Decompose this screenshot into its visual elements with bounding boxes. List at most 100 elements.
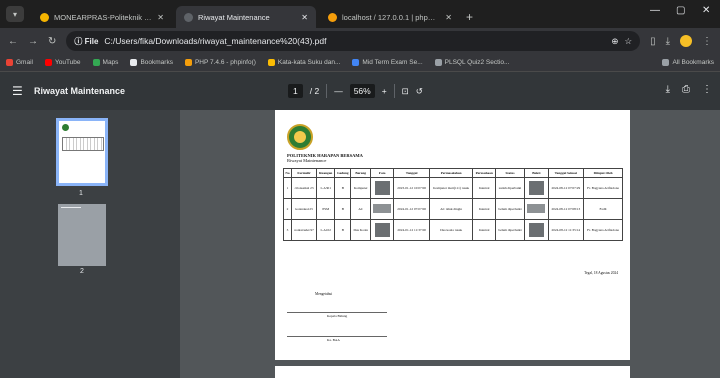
divider bbox=[326, 84, 328, 98]
pdf-title: Riwayat Maintenance bbox=[34, 86, 126, 96]
pdf-page-2 bbox=[275, 366, 630, 378]
cell-foto bbox=[369, 198, 395, 220]
close-icon[interactable]: ✕ bbox=[301, 13, 308, 22]
cell-perusahaan: Internal bbox=[472, 198, 496, 220]
cell-foto bbox=[369, 219, 395, 241]
cell-bukti bbox=[524, 177, 549, 199]
cell-permasalahan: Komputer mati(111) rusak bbox=[428, 177, 474, 199]
cell-barang: Dus Koala bbox=[350, 219, 371, 241]
cell-foto bbox=[369, 177, 395, 199]
close-icon[interactable]: ✕ bbox=[445, 13, 452, 22]
zoom-out-icon[interactable]: — bbox=[334, 86, 343, 96]
folder-icon bbox=[662, 59, 670, 66]
bookmark-plsql[interactable]: PLSQL Quiz2 Sectio... bbox=[434, 59, 509, 66]
page-thumbnail-2[interactable] bbox=[58, 204, 106, 266]
bookmark-bookmarks[interactable]: Bookmarks bbox=[130, 59, 173, 66]
page-thumbnail-1[interactable] bbox=[56, 118, 108, 186]
proof-image bbox=[527, 204, 546, 213]
cell-ruangan: L.A301 bbox=[316, 177, 336, 199]
table-row: 1 cilonsetkal 23 L.A301 B Komputer 2023-… bbox=[283, 177, 623, 199]
bookmark-gmail[interactable]: Gmail bbox=[6, 59, 33, 66]
photo-image bbox=[374, 222, 390, 237]
sidebar-icon[interactable]: ▯ bbox=[650, 36, 656, 47]
cell-status: belum diperbaiki bbox=[494, 219, 526, 241]
zoom-input[interactable]: 56% bbox=[349, 84, 375, 98]
bookmark-youtube[interactable]: YouTube bbox=[44, 59, 81, 66]
cell-ruangan: L.A102 bbox=[316, 219, 336, 241]
address-bar[interactable]: ⓘ File C:/Users/fika/Downloads/riwayat_m… bbox=[66, 31, 641, 51]
bookmark-phpinfo[interactable]: PHP 7.4.6 - phpinfo() bbox=[184, 59, 256, 66]
hamburger-menu-icon[interactable]: ☰ bbox=[12, 84, 34, 98]
cell-tanggal: 2024-01-12 11:37:00 bbox=[393, 219, 430, 241]
tab-title: Riwayat Maintenance bbox=[198, 12, 270, 22]
tab-title: localhost / 127.0.0.1 | phpMyA bbox=[342, 12, 441, 22]
column-header: Permasalahan bbox=[428, 168, 474, 178]
column-header: Perusahaan bbox=[472, 168, 496, 178]
menu-icon[interactable]: ⋮ bbox=[702, 36, 712, 47]
page-number-input[interactable]: 1 bbox=[288, 84, 303, 98]
new-tab-icon[interactable]: + bbox=[466, 6, 473, 28]
forward-icon[interactable]: → bbox=[28, 36, 38, 47]
cell-tanggal-selesai: 2024-08-12 07:08:13 bbox=[547, 198, 585, 220]
browser-toolbar: ← → ↻ ⓘ File C:/Users/fika/Downloads/riw… bbox=[0, 28, 720, 54]
minimize-icon[interactable]: — bbox=[650, 5, 660, 16]
download-icon[interactable]: ⤓ bbox=[666, 36, 670, 47]
column-header: Diinput Oleh bbox=[583, 168, 623, 178]
cell-permasalahan: Dus koala rusak bbox=[428, 219, 474, 241]
cell-diinput-oleh: Fr. Bagyana Arifiadona bbox=[583, 177, 623, 199]
maximize-icon[interactable]: ▢ bbox=[676, 5, 685, 16]
globe-icon bbox=[352, 59, 360, 66]
cell-diinput-oleh: Fadli bbox=[583, 198, 623, 220]
site-info-chip[interactable]: ⓘ File bbox=[74, 36, 98, 47]
column-header: Status bbox=[494, 168, 526, 178]
column-header: Barang bbox=[350, 168, 371, 178]
cell-formulir: nonistrudet 97 bbox=[290, 219, 318, 241]
bookmark-kata-kata[interactable]: Kata-kata Suku dan... bbox=[267, 59, 340, 66]
all-bookmarks[interactable]: All Bookmarks bbox=[662, 59, 714, 66]
close-icon[interactable]: ✕ bbox=[157, 13, 164, 22]
page-total: / 2 bbox=[309, 86, 320, 96]
fit-page-icon[interactable]: ⊡ bbox=[402, 86, 409, 97]
more-options-icon[interactable]: ⋮ bbox=[702, 84, 712, 95]
cell-bukti bbox=[524, 198, 549, 220]
cell-tanggal: 2023-01-12 10:07:00 bbox=[393, 177, 430, 199]
mengetahui-label: Mengetahui bbox=[315, 292, 333, 296]
proof-image bbox=[528, 180, 544, 195]
tab-phpmyadmin[interactable]: localhost / 127.0.0.1 | phpMyA ✕ bbox=[320, 6, 460, 28]
back-icon[interactable]: ← bbox=[8, 36, 18, 47]
rotate-icon[interactable]: ↺ bbox=[416, 86, 423, 97]
signature-line bbox=[287, 312, 387, 313]
pdf-viewer[interactable]: POLITEKNIK HARAPAN BERSAMA Riwayat Maint… bbox=[180, 110, 720, 378]
star-icon[interactable]: ☆ bbox=[624, 36, 632, 47]
close-window-icon[interactable]: ✕ bbox=[702, 5, 710, 16]
print-icon[interactable]: ⎙ bbox=[682, 84, 690, 95]
globe-icon bbox=[434, 59, 442, 66]
tab-title: MONEARPRAS-Politeknik Harai bbox=[54, 12, 153, 22]
sheet-icon bbox=[267, 59, 275, 66]
download-icon[interactable]: ⤓ bbox=[666, 84, 670, 95]
cell-tanggal-selesai: 2024-08-12 07:07:29 bbox=[547, 177, 585, 199]
reload-icon[interactable]: ↻ bbox=[48, 36, 56, 47]
chevron-down-icon[interactable]: ▾ bbox=[6, 6, 24, 22]
document-subtitle: Riwayat Maintenance bbox=[287, 158, 327, 163]
pdf-toolbar: ☰ Riwayat Maintenance 1 / 2 — 56% + ⊡ ↺ … bbox=[0, 72, 720, 110]
cell-permasalahan: AC tidak dingin bbox=[428, 198, 474, 220]
bookmark-midterm[interactable]: Mid Term Exam Se... bbox=[352, 59, 423, 66]
table-header-row: No Formulir Ruangan Gedung Barang Foto T… bbox=[283, 168, 623, 178]
cell-no: 1 bbox=[283, 177, 292, 199]
cell-barang: Komputer bbox=[350, 177, 371, 199]
thumbnail-line bbox=[61, 207, 81, 208]
divider bbox=[393, 84, 395, 98]
cell-bukti bbox=[524, 219, 549, 241]
cell-diinput-oleh: Fr. Bagyana Arifiadona bbox=[583, 219, 623, 241]
tab-monearpras[interactable]: MONEARPRAS-Politeknik Harai ✕ bbox=[32, 6, 172, 28]
pdf-actions: ⤓ ⎙ ⋮ bbox=[666, 84, 712, 95]
bookmark-maps[interactable]: Maps bbox=[92, 59, 118, 66]
profile-avatar[interactable] bbox=[680, 35, 692, 47]
tab-riwayat-maintenance[interactable]: Riwayat Maintenance ✕ bbox=[176, 6, 316, 28]
zoom-icon[interactable]: ⊕ bbox=[611, 36, 618, 47]
signature-line bbox=[287, 336, 387, 337]
zoom-in-icon[interactable]: + bbox=[382, 86, 387, 96]
url-text[interactable]: C:/Users/fika/Downloads/riwayat_maintena… bbox=[104, 36, 605, 46]
cell-formulir: cilonsetkal 23 bbox=[290, 177, 318, 199]
